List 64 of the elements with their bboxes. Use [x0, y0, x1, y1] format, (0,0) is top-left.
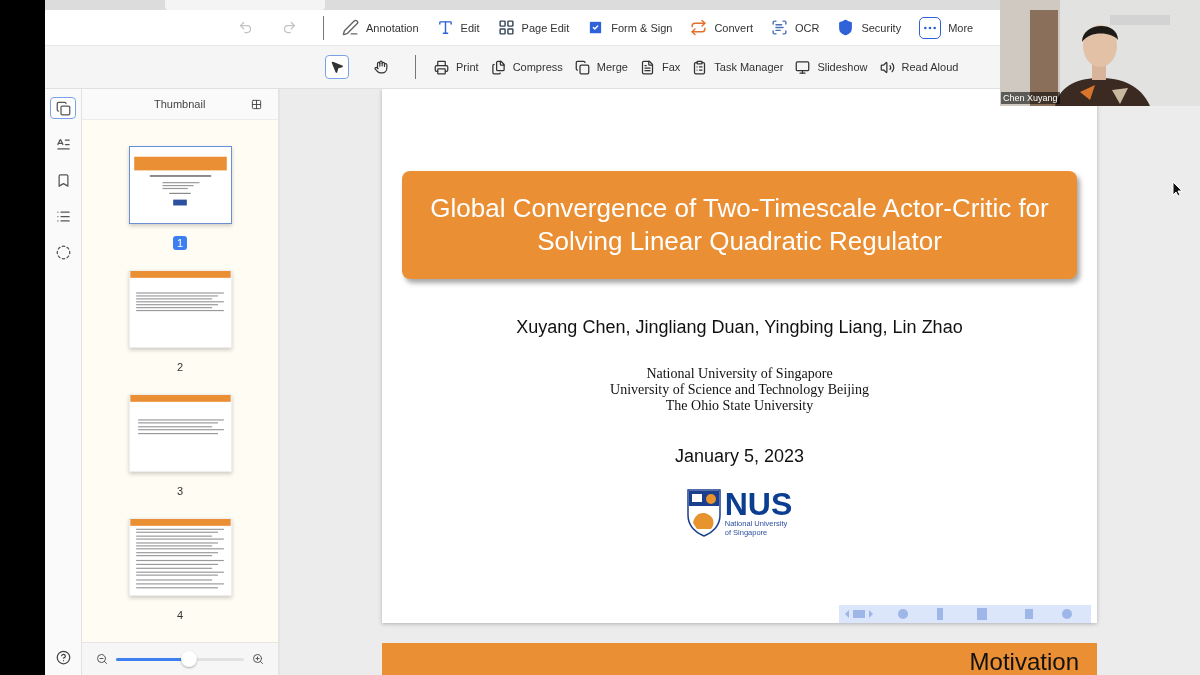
slide-title: Motivation [969, 649, 1079, 675]
affiliation: University of Science and Technology Beijing [610, 382, 869, 398]
shield-icon [837, 19, 855, 36]
clipboard-icon [692, 59, 708, 75]
more-icon [919, 16, 942, 39]
slide-date: January 5, 2023 [674, 446, 805, 467]
participant-name: Chen Xuyang [1001, 92, 1060, 104]
text-box-icon [436, 19, 454, 36]
help-button[interactable] [55, 650, 71, 665]
affiliation: The Ohio State University [665, 398, 814, 414]
grid-icon [497, 19, 515, 36]
cursor-icon [1172, 181, 1183, 197]
toolbar-button[interactable]: Compress [486, 57, 567, 77]
toolbar-button[interactable]: Slideshow [791, 57, 872, 77]
bookmark-icon [55, 172, 71, 188]
slider-thumb[interactable] [180, 651, 197, 667]
pages-tab[interactable] [50, 97, 76, 119]
toolbar-button[interactable]: Page Edit [493, 17, 574, 38]
toolbar-button[interactable]: OCR [766, 17, 824, 38]
page-number: 3 [175, 484, 185, 498]
pen-icon [342, 19, 359, 36]
toolbar-button[interactable]: Task Manager [688, 57, 788, 77]
swap-arrows-icon [690, 19, 708, 36]
document-icon [639, 59, 655, 75]
checkbox-icon [587, 19, 605, 36]
page-number: 4 [175, 608, 185, 622]
slide-title: Global Convergence of Two-Timescale Actor-Critic for Solving Linear Quadratic Regulator [429, 192, 1050, 258]
toolbar-button[interactable]: Annotation [338, 17, 423, 38]
help-icon [55, 650, 71, 665]
toolbar-button[interactable]: Fax [635, 57, 685, 77]
toolbar-button[interactable]: Edit [432, 17, 484, 38]
undo-icon [237, 20, 253, 35]
redo-icon [281, 20, 297, 35]
page-thumbnail[interactable] [128, 146, 232, 224]
speaker-icon [879, 59, 895, 75]
logo-wordmark: NUS [724, 489, 793, 519]
toolbar-button[interactable]: More [915, 14, 978, 41]
panel-title: Thumbnail [154, 98, 206, 110]
dashed-circle-icon [55, 244, 71, 260]
select-tool[interactable] [325, 55, 349, 79]
toolbar-button[interactable]: Security [833, 17, 906, 38]
toolbar-button[interactable]: Print [430, 57, 483, 77]
affiliation: National University of Singapore [646, 366, 833, 382]
page-number: 1 [172, 236, 188, 250]
zoom-in-icon[interactable] [252, 653, 264, 665]
monitor-icon [795, 59, 811, 75]
toolbar-button[interactable]: Merge [570, 57, 632, 77]
page-number: 2 [175, 360, 185, 374]
list-icon [55, 208, 71, 224]
scan-icon [770, 19, 788, 36]
copy-icon [574, 59, 590, 75]
files-icon [490, 59, 506, 75]
copy-icon [55, 100, 71, 116]
printer-icon [434, 59, 449, 75]
toolbar-button[interactable]: Form & Sign [583, 17, 677, 38]
author-list: Xuyang Chen, Jingliang Duan, Yingbing Liang, Lin Zhao [516, 317, 963, 338]
text-lines-icon [55, 136, 71, 152]
grid-icon[interactable] [251, 98, 262, 110]
pointer-icon [330, 60, 344, 74]
toolbar-button[interactable]: Convert [686, 17, 757, 38]
hand-icon [374, 60, 388, 74]
zoom-out-icon[interactable] [96, 653, 108, 665]
crest-icon [686, 489, 721, 537]
toolbar-button[interactable]: Read Aloud [875, 57, 963, 77]
